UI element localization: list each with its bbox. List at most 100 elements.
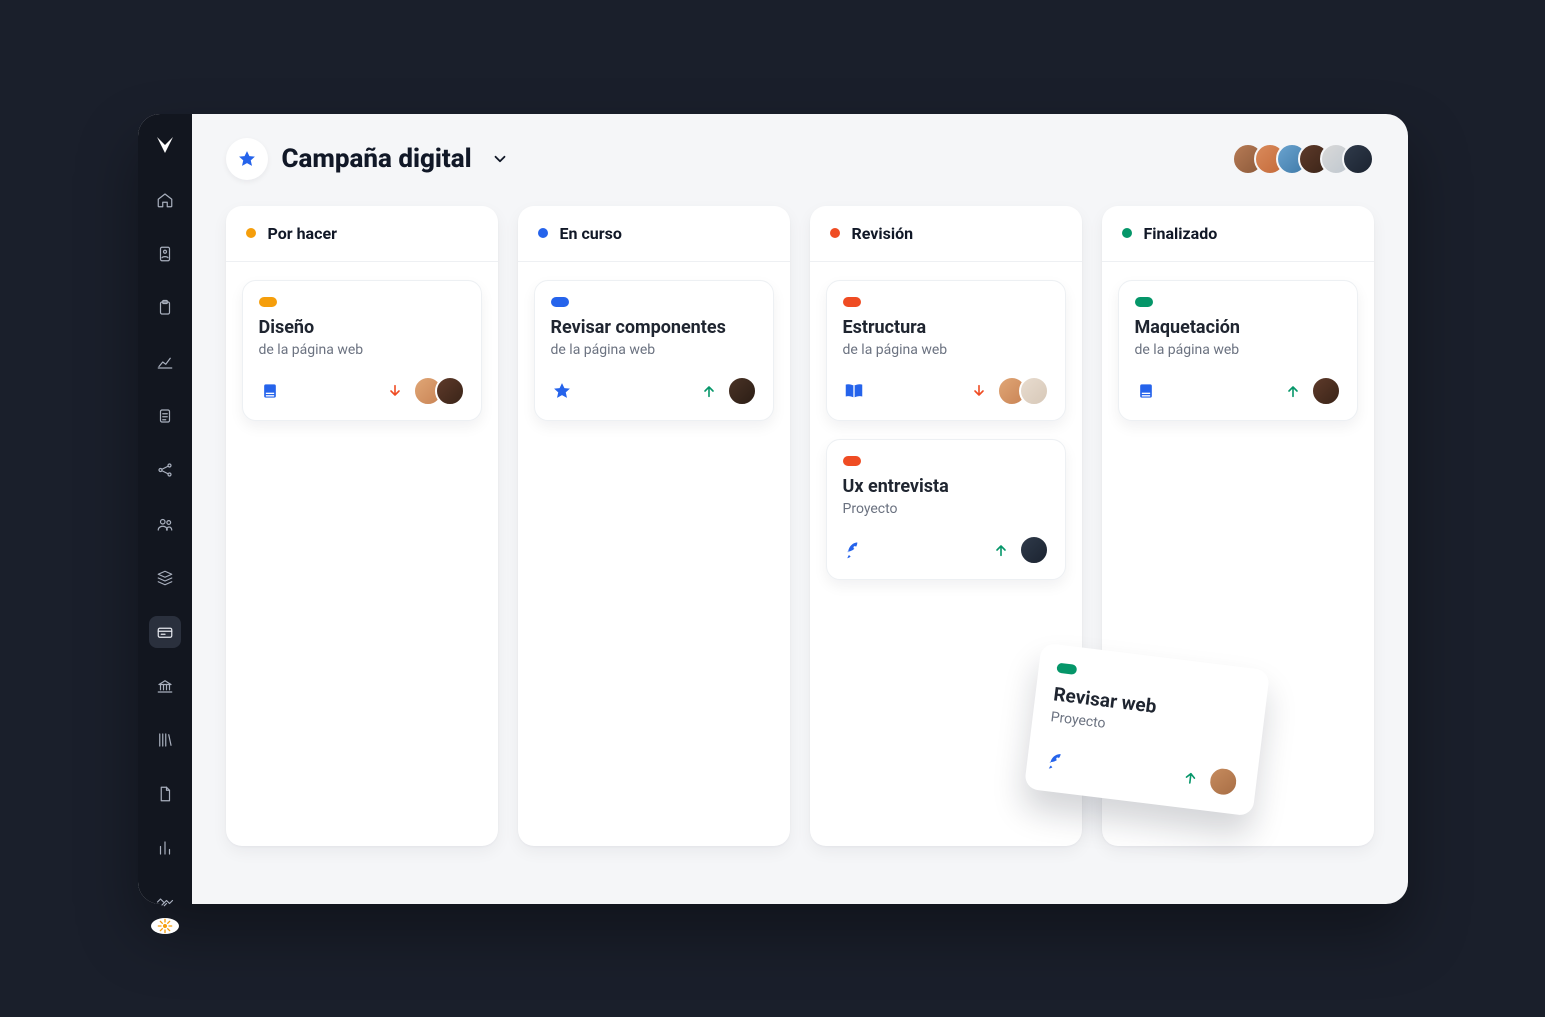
card-title: Revisar componentes [551,317,757,338]
sidebar-item-note[interactable] [149,400,181,432]
card-assignees[interactable] [1311,376,1341,406]
stack-icon [156,569,174,587]
card-assignees[interactable] [1206,764,1239,797]
card-title: Diseño [259,317,465,338]
column-header: Finalizado [1102,206,1374,262]
avatar[interactable] [1019,535,1049,565]
task-card[interactable]: Ux entrevista Proyecto [826,439,1066,580]
sidebar-item-home[interactable] [149,184,181,216]
priority-low-icon [387,383,403,399]
card-tag-icon [1135,297,1153,307]
avatar[interactable] [1019,376,1049,406]
book-icon [259,380,281,402]
sidebar-nav [149,184,181,918]
sidebar-item-bars[interactable] [149,832,181,864]
task-card[interactable]: Maquetación de la página web [1118,280,1358,421]
sidebar-item-bank[interactable] [149,670,181,702]
bars-icon [156,839,174,857]
column-status-dot-icon [830,228,840,238]
card-assignees[interactable] [1019,535,1049,565]
card-title: Ux entrevista [843,476,1049,497]
task-card[interactable]: Diseño de la página web [242,280,482,421]
priority-high-icon [993,542,1009,558]
card-footer [551,376,757,406]
column-body[interactable]: Revisar componentes de la página web [518,262,790,439]
sidebar-item-id-badge[interactable] [149,238,181,270]
sidebar [138,114,192,904]
chart-icon [156,353,174,371]
book-icon [1135,380,1157,402]
home-icon [156,191,174,209]
rocket-icon [843,539,865,561]
card-title: Estructura [843,317,1049,338]
column-body[interactable]: Diseño de la página web [226,262,498,439]
header: Campaña digital [226,138,1374,180]
sidebar-item-clipboard[interactable] [149,292,181,324]
card-tag-icon [551,297,569,307]
sidebar-item-handshake[interactable] [149,886,181,918]
card-assignees[interactable] [413,376,465,406]
header-left: Campaña digital [226,138,514,180]
sidebar-item-books[interactable] [149,724,181,756]
column-title: Revisión [852,224,914,243]
sidebar-item-chart[interactable] [149,346,181,378]
column-header: Por hacer [226,206,498,262]
card-assignees[interactable] [727,376,757,406]
column-title: En curso [560,224,622,243]
avatar[interactable] [1206,764,1239,797]
sidebar-item-stack[interactable] [149,562,181,594]
page-title-menu-button[interactable] [486,145,514,173]
card-footer [1043,744,1239,797]
avatar[interactable] [1311,376,1341,406]
column-body[interactable]: Maquetación de la página web [1102,262,1374,439]
column-todo: Por hacer Diseño de la página web [226,206,498,846]
avatar[interactable] [435,376,465,406]
column-title: Finalizado [1144,224,1218,243]
note-icon [156,407,174,425]
book-open-icon [843,380,865,402]
column-status-dot-icon [1122,228,1132,238]
priority-low-icon [971,383,987,399]
card-subtitle: de la página web [259,342,465,358]
card-footer [1135,376,1341,406]
task-card[interactable]: Estructura de la página web [826,280,1066,421]
books-icon [156,731,174,749]
column-status-dot-icon [246,228,256,238]
card-subtitle: Proyecto [843,501,1049,517]
priority-high-icon [1285,383,1301,399]
star-icon [237,149,257,169]
dragging-card[interactable]: Revisar web Proyecto [1023,642,1269,816]
app-logo [153,132,177,156]
column-status-dot-icon [538,228,548,238]
card-tag-icon [843,297,861,307]
task-card[interactable]: Revisar componentes de la página web [534,280,774,421]
card-title: Maquetación [1135,317,1341,338]
card-subtitle: de la página web [843,342,1049,358]
card-icon [156,623,174,641]
rocket-icon [1044,748,1069,773]
share-icon [156,461,174,479]
app-frame: Campaña digital Por hacer Diseño de la pág… [138,114,1408,904]
card-subtitle: de la página web [551,342,757,358]
clipboard-icon [156,299,174,317]
card-footer [843,535,1049,565]
card-subtitle: de la página web [1135,342,1341,358]
column-header: Revisión [810,206,1082,262]
sidebar-item-share[interactable] [149,454,181,486]
sidebar-item-card[interactable] [149,616,181,648]
card-tag-icon [843,456,861,466]
card-assignees[interactable] [997,376,1049,406]
avatar[interactable] [1342,143,1374,175]
sidebar-item-team[interactable] [149,508,181,540]
avatar[interactable] [727,376,757,406]
member-avatars[interactable] [1242,143,1374,175]
page-title: Campaña digital [282,144,472,174]
card-tag-icon [259,297,277,307]
card-footer [259,376,465,406]
favorite-button[interactable] [226,138,268,180]
bank-icon [156,677,174,695]
file-icon [156,785,174,803]
column-body[interactable]: Estructura de la página web Ux entrevista P… [810,262,1082,598]
sidebar-item-file[interactable] [149,778,181,810]
priority-high-icon [701,383,717,399]
